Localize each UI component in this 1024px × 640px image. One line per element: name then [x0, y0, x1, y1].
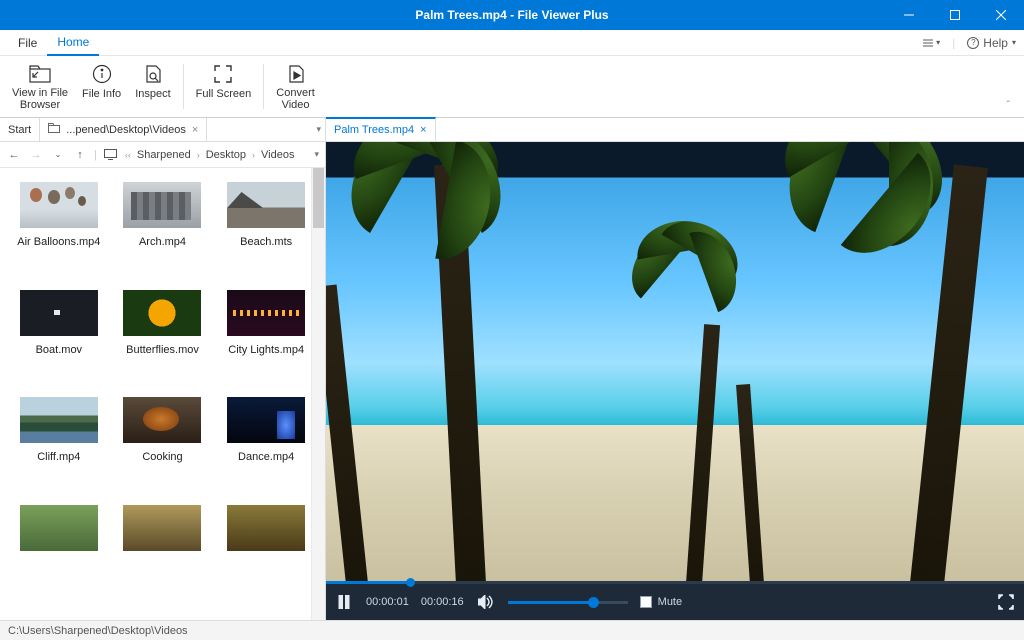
pause-button[interactable] [334, 592, 354, 612]
crumb-desktop[interactable]: Desktop [206, 149, 246, 161]
inspect-icon [143, 62, 163, 86]
menu-help[interactable]: ? Help ▾ [967, 36, 1016, 50]
settings-icon[interactable]: ▾ [922, 37, 940, 49]
window-title: Palm Trees.mp4 - File Viewer Plus [415, 8, 608, 22]
file-name: City Lights.mp4 [228, 344, 304, 372]
menubar: File Home ▾ | ? Help ▾ [0, 30, 1024, 56]
tab-browser[interactable]: ...pened\Desktop\Videos × [40, 118, 207, 141]
close-button[interactable] [978, 0, 1024, 30]
tab-dropdown-icon[interactable]: ▾ [316, 124, 321, 135]
progress-bar[interactable] [326, 581, 1024, 584]
thumbnail [123, 182, 201, 228]
status-path: C:\Users\Sharpened\Desktop\Videos [8, 625, 188, 637]
titlebar: Palm Trees.mp4 - File Viewer Plus [0, 0, 1024, 30]
file-name: Butterflies.mov [126, 344, 199, 372]
main-area: ← → ⌄ ↑ | ‹‹ Sharpened › Desktop › Video… [0, 142, 1024, 620]
file-name: Beach.mts [240, 236, 292, 264]
file-item[interactable]: City Lights.mp4 [217, 290, 315, 392]
window-controls [886, 0, 1024, 30]
file-item[interactable] [217, 505, 315, 607]
maximize-button[interactable] [932, 0, 978, 30]
ribbon-separator [183, 64, 184, 109]
file-name: Air Balloons.mp4 [17, 236, 100, 264]
menu-home[interactable]: Home [47, 30, 99, 56]
dropdown-icon[interactable]: ⌄ [50, 147, 66, 163]
thumbnail [20, 290, 98, 336]
file-item[interactable]: Cliff.mp4 [10, 397, 108, 499]
tab-video[interactable]: Palm Trees.mp4 × [326, 117, 436, 141]
video-canvas[interactable] [326, 142, 1024, 584]
total-time: 00:00:16 [421, 596, 464, 608]
player-controls: 00:00:01 00:00:16 Mute [326, 584, 1024, 620]
convert-video-button[interactable]: Convert Video [270, 60, 321, 113]
file-item[interactable]: Cooking [114, 397, 212, 499]
file-item[interactable]: Air Balloons.mp4 [10, 182, 108, 284]
volume-slider[interactable] [508, 601, 628, 604]
thumbnail [123, 290, 201, 336]
volume-icon[interactable] [476, 592, 496, 612]
thumbnail [227, 505, 305, 551]
convert-icon [286, 62, 306, 85]
thumbnail [227, 182, 305, 228]
file-name: Arch.mp4 [139, 236, 186, 264]
folder-icon [48, 123, 60, 136]
thumbnail [123, 397, 201, 443]
inspect-button[interactable]: Inspect [129, 60, 176, 113]
crumb-videos[interactable]: Videos [261, 149, 294, 161]
ribbon-collapse-icon[interactable]: ˆ [1007, 100, 1018, 113]
video-viewer: 00:00:01 00:00:16 Mute [326, 142, 1024, 620]
status-bar: C:\Users\Sharpened\Desktop\Videos [0, 620, 1024, 640]
checkbox-icon [640, 596, 652, 608]
file-item[interactable]: Boat.mov [10, 290, 108, 392]
file-item[interactable] [10, 505, 108, 607]
ribbon: View in File Browser File Info Inspect F… [0, 56, 1024, 118]
tabs-row: Start ...pened\Desktop\Videos × ▾ Palm T… [0, 118, 1024, 142]
file-name: Boat.mov [36, 344, 82, 372]
dropdown-icon[interactable]: ▾ [314, 149, 319, 160]
forward-button[interactable]: → [28, 147, 44, 163]
back-button[interactable]: ← [6, 147, 22, 163]
thumbnail [20, 182, 98, 228]
mute-checkbox[interactable]: Mute [640, 596, 682, 608]
thumbnail [227, 290, 305, 336]
file-name: Cliff.mp4 [37, 451, 80, 479]
thumbnail [20, 505, 98, 551]
file-grid: Air Balloons.mp4 Arch.mp4 Beach.mts Boat.mo… [0, 168, 325, 620]
player-fullscreen-button[interactable] [996, 592, 1016, 612]
file-item[interactable]: Arch.mp4 [114, 182, 212, 284]
elapsed-time: 00:00:01 [366, 596, 409, 608]
fullscreen-icon [213, 62, 233, 86]
thumbnail [123, 505, 201, 551]
info-icon [92, 62, 112, 86]
minimize-button[interactable] [886, 0, 932, 30]
up-button[interactable]: ↑ [72, 147, 88, 163]
monitor-icon[interactable] [103, 147, 119, 163]
close-icon[interactable]: × [420, 124, 426, 136]
file-name: Cooking [142, 451, 182, 479]
folder-icon [29, 62, 51, 85]
full-screen-button[interactable]: Full Screen [190, 60, 258, 113]
breadcrumb: ← → ⌄ ↑ | ‹‹ Sharpened › Desktop › Video… [0, 142, 325, 168]
thumbnail [20, 397, 98, 443]
view-in-browser-button[interactable]: View in File Browser [6, 60, 74, 113]
thumbnail [227, 397, 305, 443]
file-item[interactable]: Dance.mp4 [217, 397, 315, 499]
scrollbar[interactable] [311, 168, 325, 620]
crumb-root[interactable]: Sharpened [137, 149, 191, 161]
file-item[interactable]: Butterflies.mov [114, 290, 212, 392]
file-item[interactable]: Beach.mts [217, 182, 315, 284]
ribbon-separator [263, 64, 264, 109]
tab-start[interactable]: Start [0, 118, 40, 141]
close-icon[interactable]: × [192, 124, 198, 136]
file-name: Dance.mp4 [238, 451, 294, 479]
file-browser: ← → ⌄ ↑ | ‹‹ Sharpened › Desktop › Video… [0, 142, 326, 620]
menu-file[interactable]: File [8, 30, 47, 56]
file-item[interactable] [114, 505, 212, 607]
file-info-button[interactable]: File Info [76, 60, 127, 113]
